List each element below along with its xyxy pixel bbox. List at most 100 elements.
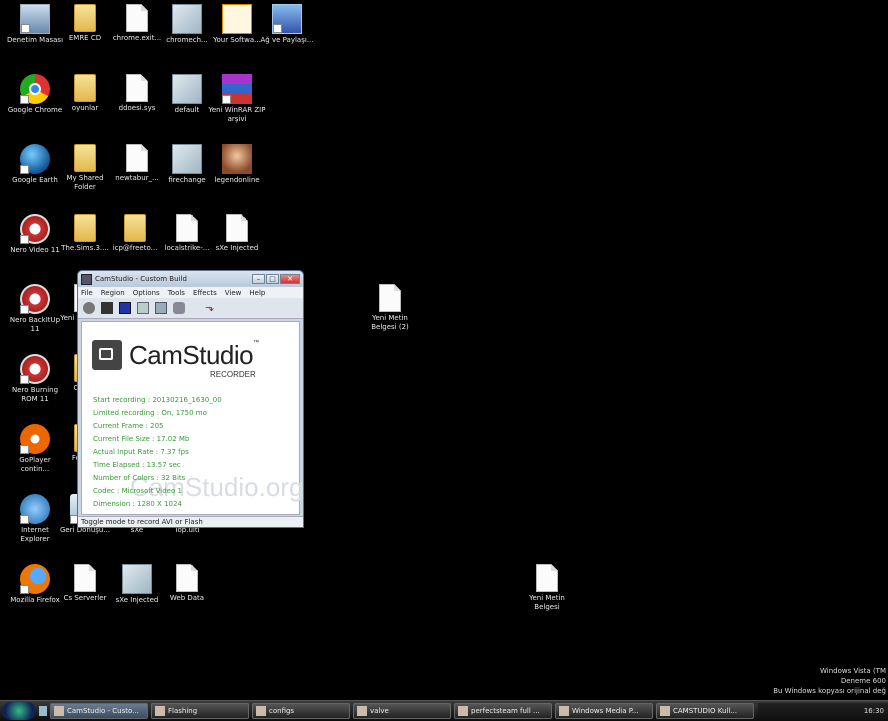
desktop-icon[interactable]: oyunlar [56,74,114,113]
desktop-icon-label: EMRE CD [68,34,102,42]
pause-button[interactable] [101,302,113,314]
menu-file[interactable]: File [81,289,93,297]
record-button[interactable] [83,302,95,314]
quick-launch-icon[interactable] [39,706,47,716]
system-tray-clock[interactable]: 16:30 [758,703,888,719]
shortcut-arrow-icon [20,445,29,454]
status-bar: Toggle mode to record AVI or Flash [78,516,303,527]
shortcut-arrow-icon [20,515,29,524]
task-camstudio-browser[interactable]: CAMSTUDIO Kull... [656,703,754,719]
menu-view[interactable]: View [225,289,242,297]
net-icon [272,4,302,34]
folder-icon [74,144,96,172]
task-camstudio[interactable]: CamStudio - Custo... [50,703,148,719]
annotate-icon[interactable] [155,302,167,314]
desktop-icon-label: legendonline [214,176,260,184]
img-icon [172,4,202,34]
shortcut-arrow-icon [21,24,30,33]
toolbar: ⬎ [78,298,303,319]
shortcut-arrow-icon [20,585,29,594]
recording-stats: Start recording : 20130216_1630_00 Limit… [93,394,222,511]
stat-line: Start recording : 20130216_1630_00 [93,396,222,404]
stat-line: Codec : Microsoft Video 1 [93,487,182,495]
shortcut-arrow-icon [20,95,29,104]
close-button[interactable]: ✕ [280,274,300,284]
task-flashing[interactable]: Flashing [151,703,249,719]
desktop-icon[interactable]: Web Data [158,564,216,603]
menu-bar: File Region Options Tools Effects View H… [78,287,303,298]
watermark-line-3: Bu Windows kopyası orijinal değ [773,687,886,695]
stat-line: Number of Colors : 32 Bits [93,474,186,482]
stat-line: Time Elapsed : 13.57 sec [93,461,181,469]
desktop-icon[interactable]: EMRE CD [56,4,114,43]
title-bar[interactable]: CamStudio - Custom Build – □ ✕ [78,271,303,287]
info-panel: CamStudio™ RECORDER CamStudio.org Start … [81,321,303,515]
desktop-icon-label: Ağ ve Paylaşı... [260,36,314,44]
desktop-icon[interactable]: icp@freeto... [106,214,164,253]
task-media-player[interactable]: Windows Media P... [555,703,653,719]
folder-icon [74,4,96,32]
shortcut-arrow-icon [20,165,29,174]
menu-tools[interactable]: Tools [168,289,185,297]
desktop-icon-label: Web Data [169,594,205,602]
maximize-button[interactable]: □ [266,274,279,284]
shortcut-arrow-icon [273,24,282,33]
watermark-line-1: Windows Vista (TM [819,667,886,675]
img-icon [122,564,152,594]
stat-line: Actual Input Rate : 7.37 fps [93,448,189,456]
menu-options[interactable]: Options [133,289,160,297]
mode-toggle-icon[interactable]: ⬎ [205,302,217,314]
menu-region[interactable]: Region [101,289,125,297]
app-icon [81,273,92,285]
ie-icon [20,494,50,524]
folder-icon [74,74,96,102]
desktop-icon[interactable]: Ağ ve Paylaşı... [258,4,316,45]
desktop-icon[interactable]: Yeni Metin Belgesi [518,564,576,612]
img-icon [172,144,202,174]
desktop-icon-label: Yeni WinRAR ZIP arşivi [208,106,266,123]
ff-icon [20,564,50,594]
gom-icon [20,424,50,454]
shortcut-arrow-icon [20,375,29,384]
file-icon [379,284,401,312]
watermark-line-2: Deneme 600 [840,677,886,685]
desktop-icon[interactable]: sXe Injected [208,214,266,253]
desktop-icon-label: oyunlar [71,104,99,112]
nero-icon [20,214,50,244]
task-configs[interactable]: configs [252,703,350,719]
desktop-icon[interactable]: Yeni Metin Belgesi (2) [361,284,419,332]
camstudio-window[interactable]: CamStudio - Custom Build – □ ✕ File Regi… [77,270,304,528]
menu-effects[interactable]: Effects [193,289,217,297]
stop-button[interactable] [119,302,131,314]
cart-icon [222,4,252,34]
pc-icon [20,4,50,34]
desktop-icon[interactable]: Yeni WinRAR ZIP arşivi [208,74,266,124]
stat-line: Current Frame : 205 [93,422,164,430]
shortcut-arrow-icon [222,95,231,104]
task-perfectsteam[interactable]: perfectsteam full ... [454,703,552,719]
start-button[interactable] [2,702,36,720]
desktop-icon[interactable]: Cs Serverler [56,564,114,603]
stat-line: Limited recording : On, 1750 mo [93,409,207,417]
webcam-icon[interactable] [173,302,185,314]
file-icon [176,214,198,242]
camstudio-logo-icon [92,340,122,370]
desktop-icon-label: My Shared Folder [66,174,104,191]
chrome-icon [20,74,50,104]
img-icon [172,74,202,104]
nero-icon [20,284,50,314]
minimize-button[interactable]: – [252,274,265,284]
menu-help[interactable]: Help [249,289,265,297]
task-valve[interactable]: valve [353,703,451,719]
desktop-icon-label: sXe Injected [215,244,259,252]
desktop-icon-label: Yeni Metin Belgesi [529,594,565,611]
desktop-icon[interactable]: legendonline [208,144,266,185]
desktop-icon-label: icp@freeto... [112,244,158,252]
taskbar: CamStudio - Custo... Flashing configs va… [0,700,888,721]
region-icon[interactable] [137,302,149,314]
desktop-icon[interactable]: My Shared Folder [56,144,114,192]
file-icon [536,564,558,592]
nero-icon [20,354,50,384]
file-icon [176,564,198,592]
file-icon [126,74,148,102]
